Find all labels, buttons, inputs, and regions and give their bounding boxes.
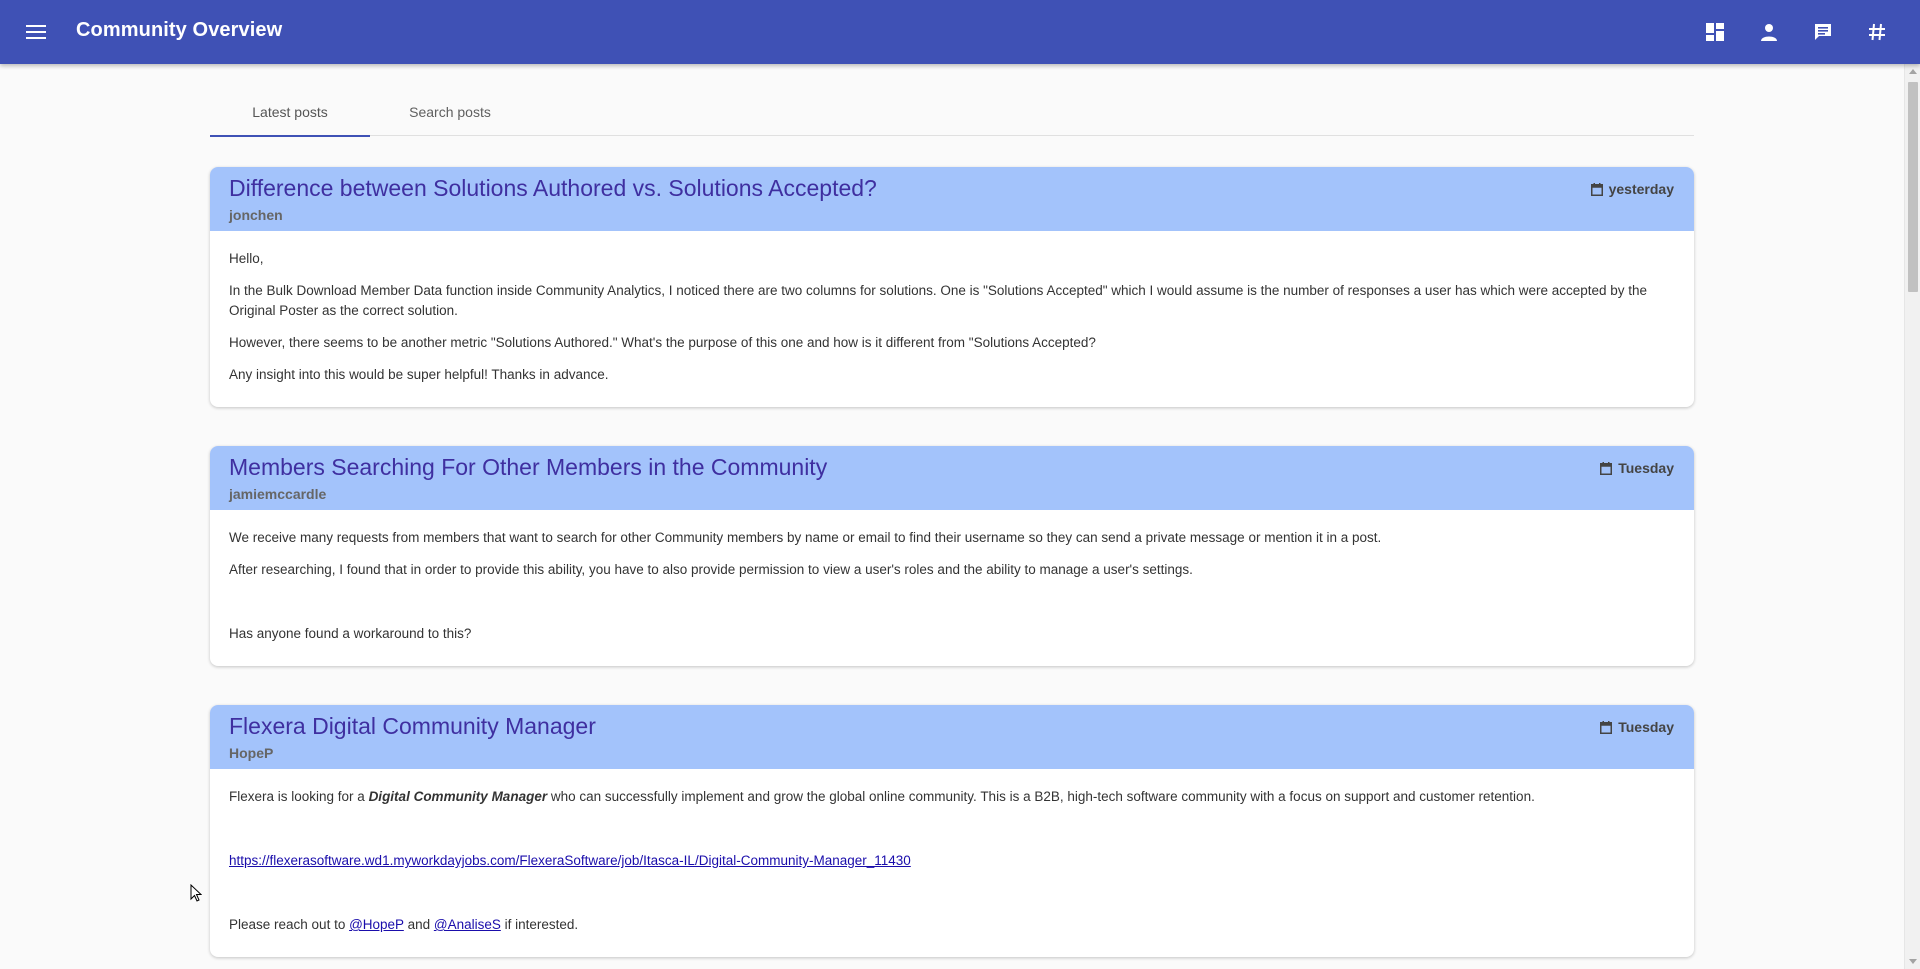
post-date: Tuesday bbox=[1600, 719, 1674, 735]
post-card: Flexera Digital Community Manager HopeP … bbox=[210, 705, 1694, 957]
app-bar: Community Overview bbox=[0, 0, 1920, 64]
menu-icon bbox=[26, 25, 46, 39]
page-scrollbar[interactable] bbox=[1904, 64, 1920, 969]
post-date-text: Tuesday bbox=[1618, 460, 1674, 476]
post-text: Please reach out to bbox=[229, 917, 350, 932]
empty-paragraph bbox=[229, 819, 1675, 839]
post-body: Hello, In the Bulk Download Member Data … bbox=[210, 231, 1694, 407]
tab-search-posts[interactable]: Search posts bbox=[370, 88, 530, 136]
post-paragraph: Please reach out to @HopeP and @AnaliseS… bbox=[229, 915, 1675, 935]
post-card: Difference between Solutions Authored vs… bbox=[210, 167, 1694, 407]
dashboard-icon bbox=[1706, 23, 1724, 41]
job-link[interactable]: https://flexerasoftware.wd1.myworkdayjob… bbox=[229, 853, 911, 868]
post-body: We receive many requests from members th… bbox=[210, 510, 1694, 666]
mention-link[interactable]: @HopeP bbox=[349, 917, 404, 932]
post-author: jonchen bbox=[229, 207, 283, 223]
post-paragraph: We receive many requests from members th… bbox=[229, 530, 1382, 545]
empty-paragraph bbox=[229, 883, 1675, 903]
post-date: Tuesday bbox=[1600, 460, 1674, 476]
post-paragraph: Flexera is looking for a Digital Communi… bbox=[229, 787, 1675, 807]
post-paragraph: Has anyone found a workaround to this? bbox=[229, 626, 472, 641]
post-paragraph: However, there seems to be another metri… bbox=[229, 335, 1096, 350]
hashtag-icon bbox=[1869, 23, 1885, 41]
post-text: and bbox=[403, 917, 434, 932]
post-paragraph: Hello, bbox=[229, 251, 264, 266]
post-header: Members Searching For Other Members in t… bbox=[210, 446, 1694, 510]
calendar-icon bbox=[1590, 182, 1603, 196]
post-title[interactable]: Members Searching For Other Members in t… bbox=[229, 454, 827, 481]
person-icon bbox=[1761, 24, 1777, 41]
empty-paragraph bbox=[229, 592, 1675, 612]
post-paragraph: https://flexerasoftware.wd1.myworkdayjob… bbox=[229, 851, 1675, 871]
post-card: Members Searching For Other Members in t… bbox=[210, 446, 1694, 666]
post-tabs: Latest posts Search posts bbox=[210, 88, 1694, 137]
post-author: jamiemccardle bbox=[229, 486, 327, 502]
emphasis-text: Digital Community Manager bbox=[368, 789, 548, 804]
messages-button[interactable] bbox=[1809, 18, 1837, 46]
menu-button[interactable] bbox=[20, 16, 52, 48]
post-author: HopeP bbox=[229, 745, 274, 761]
scroll-down-icon[interactable] bbox=[1909, 959, 1917, 964]
page-title: Community Overview bbox=[76, 19, 283, 41]
chat-icon bbox=[1815, 24, 1831, 40]
profile-button[interactable] bbox=[1755, 18, 1783, 46]
post-header: Flexera Digital Community Manager HopeP … bbox=[210, 705, 1694, 769]
scroll-thumb[interactable] bbox=[1908, 82, 1918, 292]
post-date-text: yesterday bbox=[1608, 181, 1674, 197]
mention-link[interactable]: @AnaliseS bbox=[434, 917, 501, 932]
calendar-icon bbox=[1600, 461, 1613, 475]
mouse-cursor-icon bbox=[190, 884, 202, 902]
dashboard-button[interactable] bbox=[1701, 18, 1729, 46]
hashtag-button[interactable] bbox=[1863, 18, 1891, 46]
post-header: Difference between Solutions Authored vs… bbox=[210, 167, 1694, 231]
post-text: who can successfully implement and grow … bbox=[547, 789, 1535, 804]
post-title[interactable]: Flexera Digital Community Manager bbox=[229, 713, 596, 740]
post-date: yesterday bbox=[1590, 181, 1674, 197]
post-text: if interested. bbox=[500, 917, 579, 932]
post-paragraph: Any insight into this would be super hel… bbox=[229, 367, 609, 382]
post-title[interactable]: Difference between Solutions Authored vs… bbox=[229, 175, 877, 202]
post-body: Flexera is looking for a Digital Communi… bbox=[210, 769, 1694, 957]
tab-latest-posts[interactable]: Latest posts bbox=[210, 88, 370, 137]
post-text: Flexera is looking for a bbox=[229, 789, 369, 804]
scroll-up-icon[interactable] bbox=[1909, 69, 1917, 74]
post-paragraph: In the Bulk Download Member Data functio… bbox=[229, 283, 1648, 318]
calendar-icon bbox=[1600, 720, 1613, 734]
post-date-text: Tuesday bbox=[1618, 719, 1674, 735]
post-paragraph: After researching, I found that in order… bbox=[229, 562, 1193, 577]
